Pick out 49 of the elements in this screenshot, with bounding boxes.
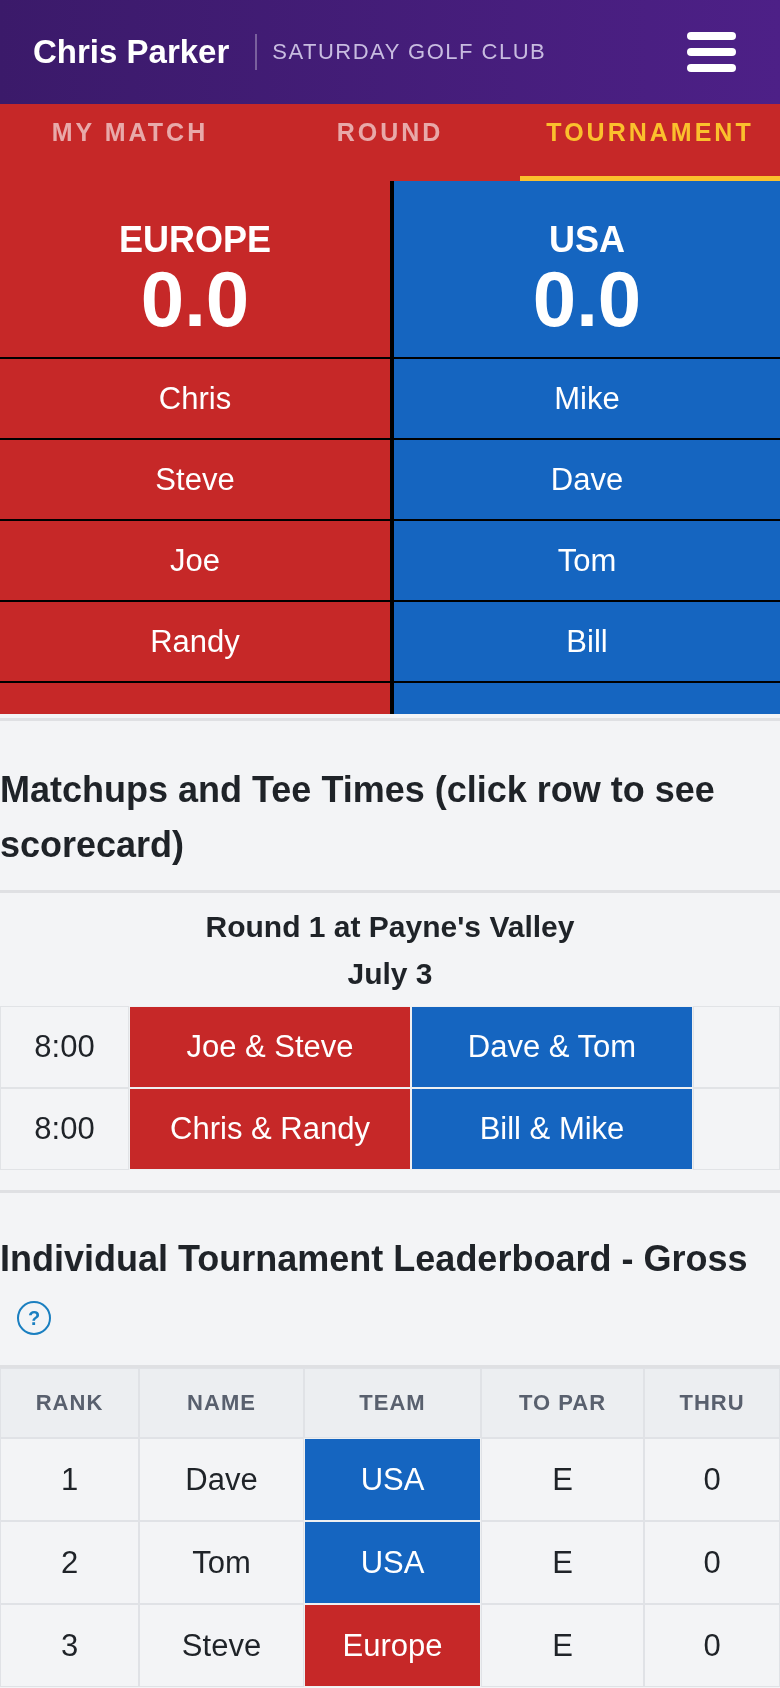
team-score: 0.0 xyxy=(532,260,642,338)
column-header: TO PAR xyxy=(481,1368,644,1438)
team-score: 0.0 xyxy=(140,260,250,338)
menu-icon xyxy=(687,32,736,72)
player-name: Steve xyxy=(155,461,235,498)
tee-time[interactable]: 8:00 xyxy=(0,1006,129,1088)
team-name: EUROPE xyxy=(118,220,271,260)
column-header: NAME xyxy=(139,1368,304,1438)
menu-button[interactable] xyxy=(687,32,736,72)
team-pair-cell[interactable]: Joe & Steve xyxy=(129,1006,411,1088)
table-cell: 0 xyxy=(644,1604,780,1687)
team-cell: USA xyxy=(304,1438,481,1521)
table-cell: 2 xyxy=(0,1521,139,1604)
team-pair-cell[interactable]: Dave & Tom xyxy=(411,1006,693,1088)
table-cell: 0 xyxy=(644,1521,780,1604)
club-name: SATURDAY GOLF CLUB xyxy=(272,39,547,65)
table-cell: E xyxy=(481,1604,644,1687)
player-name: Bill xyxy=(566,623,608,660)
column-header: THRU xyxy=(644,1368,780,1438)
team-name: USA xyxy=(549,220,625,260)
table-cell: Dave xyxy=(139,1438,304,1521)
player-name: Chris xyxy=(158,380,232,417)
team-pair-cell[interactable]: Bill & Mike xyxy=(411,1088,693,1170)
player-name: Tom xyxy=(557,542,617,579)
round-date: July 3 xyxy=(347,956,433,992)
help-button[interactable]: ? xyxy=(17,1301,51,1335)
player-name: Mike xyxy=(554,380,620,417)
team-pair-cell[interactable]: Chris & Randy xyxy=(129,1088,411,1170)
table-cell: 3 xyxy=(0,1604,139,1687)
player-name: Randy xyxy=(150,623,240,660)
tee-time[interactable]: 8:00 xyxy=(0,1088,129,1170)
section-title: Individual Tournament Leaderboard - Gross xyxy=(0,1237,749,1281)
round-title: Round 1 at Payne's Valley xyxy=(205,909,575,945)
tab[interactable]: MY MATCH xyxy=(0,104,260,181)
section-title: Matchups and Tee Times (click row to see scorecard) xyxy=(0,768,716,867)
table-cell: E xyxy=(481,1521,644,1604)
table-cell: Steve xyxy=(139,1604,304,1687)
player-name: Joe xyxy=(170,542,220,579)
user-name: Chris Parker xyxy=(33,33,230,71)
column-header: TEAM xyxy=(304,1368,481,1438)
table-cell: Tom xyxy=(139,1521,304,1604)
table-cell: 0 xyxy=(644,1438,780,1521)
team-cell: Europe xyxy=(304,1604,481,1687)
player-name: Dave xyxy=(550,461,624,498)
column-header: RANK xyxy=(0,1368,139,1438)
team-cell: USA xyxy=(304,1521,481,1604)
tab[interactable]: ROUND xyxy=(260,104,520,181)
table-cell: 1 xyxy=(0,1438,139,1521)
table-cell: E xyxy=(481,1438,644,1521)
